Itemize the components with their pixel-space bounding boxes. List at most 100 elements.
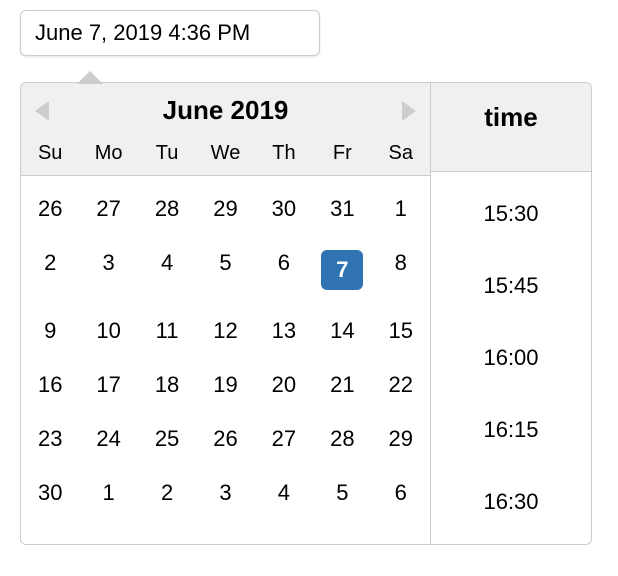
prev-month-icon[interactable]: [35, 101, 49, 121]
day-cell[interactable]: 27: [255, 412, 313, 466]
day-number: 14: [330, 318, 354, 343]
day-cell[interactable]: 22: [372, 358, 430, 412]
day-number: 4: [161, 250, 173, 275]
day-cell[interactable]: 28: [313, 412, 371, 466]
day-number: 31: [330, 196, 354, 221]
time-list[interactable]: 15:3015:4516:0016:1516:30: [431, 172, 591, 544]
day-number: 5: [219, 250, 231, 275]
day-number: 29: [213, 196, 237, 221]
day-number: 4: [278, 480, 290, 505]
day-number: 10: [96, 318, 120, 343]
day-cell[interactable]: 4: [255, 466, 313, 520]
day-number: 17: [96, 372, 120, 397]
day-number: 26: [213, 426, 237, 451]
day-cell[interactable]: 5: [196, 236, 254, 304]
time-option[interactable]: 16:30: [431, 466, 591, 538]
weekday-label: Th: [255, 142, 313, 165]
time-option[interactable]: 16:15: [431, 394, 591, 466]
day-number: 27: [272, 426, 296, 451]
datetime-input[interactable]: [20, 10, 320, 56]
day-cell[interactable]: 3: [196, 466, 254, 520]
calendar-panel: June 2019 SuMoTuWeThFrSa 262728293031123…: [21, 83, 431, 544]
day-number: 30: [38, 480, 62, 505]
time-option[interactable]: 15:45: [431, 250, 591, 322]
day-cell[interactable]: 25: [138, 412, 196, 466]
day-cell[interactable]: 11: [138, 304, 196, 358]
day-cell[interactable]: 17: [79, 358, 137, 412]
day-number: 3: [103, 250, 115, 275]
day-cell[interactable]: 12: [196, 304, 254, 358]
day-cell[interactable]: 1: [372, 182, 430, 236]
day-cell[interactable]: 31: [313, 182, 371, 236]
day-cell[interactable]: 27: [79, 182, 137, 236]
day-number: 21: [330, 372, 354, 397]
day-number: 23: [38, 426, 62, 451]
day-number: 2: [161, 480, 173, 505]
day-cell[interactable]: 4: [138, 236, 196, 304]
day-cell[interactable]: 6: [255, 236, 313, 304]
day-number: 28: [330, 426, 354, 451]
time-panel: time 15:3015:4516:0016:1516:30: [431, 83, 591, 544]
datetime-picker: June 2019 SuMoTuWeThFrSa 262728293031123…: [20, 82, 592, 545]
day-cell[interactable]: 1: [79, 466, 137, 520]
day-number: 12: [213, 318, 237, 343]
weekday-row: SuMoTuWeThFrSa: [21, 138, 430, 176]
time-option[interactable]: 15:30: [431, 178, 591, 250]
day-cell[interactable]: 30: [21, 466, 79, 520]
time-option[interactable]: 16:00: [431, 322, 591, 394]
weekday-label: Su: [21, 142, 79, 165]
popover-arrow-icon: [78, 72, 102, 84]
day-number: 27: [96, 196, 120, 221]
day-cell[interactable]: 23: [21, 412, 79, 466]
day-number: 29: [389, 426, 413, 451]
day-cell[interactable]: 21: [313, 358, 371, 412]
day-cell[interactable]: 9: [21, 304, 79, 358]
day-number: 8: [395, 250, 407, 275]
day-cell[interactable]: 5: [313, 466, 371, 520]
day-cell[interactable]: 28: [138, 182, 196, 236]
month-title: June 2019: [163, 95, 289, 126]
day-number: 25: [155, 426, 179, 451]
day-cell[interactable]: 8: [372, 236, 430, 304]
weekday-label: Tu: [138, 142, 196, 165]
day-number: 19: [213, 372, 237, 397]
day-cell[interactable]: 14: [313, 304, 371, 358]
day-cell[interactable]: 29: [372, 412, 430, 466]
day-cell[interactable]: 2: [21, 236, 79, 304]
day-cell[interactable]: 16: [21, 358, 79, 412]
day-cell[interactable]: 2: [138, 466, 196, 520]
day-number: 6: [278, 250, 290, 275]
day-number: 15: [389, 318, 413, 343]
day-number: 1: [103, 480, 115, 505]
next-month-icon[interactable]: [402, 101, 416, 121]
day-number: 6: [395, 480, 407, 505]
day-number: 30: [272, 196, 296, 221]
day-cell[interactable]: 26: [21, 182, 79, 236]
day-number: 22: [389, 372, 413, 397]
day-cell[interactable]: 29: [196, 182, 254, 236]
calendar-header: June 2019: [21, 83, 430, 138]
weekday-label: Sa: [372, 142, 430, 165]
day-cell[interactable]: 7: [313, 236, 371, 304]
day-number: 5: [336, 480, 348, 505]
day-cell[interactable]: 13: [255, 304, 313, 358]
day-cell[interactable]: 6: [372, 466, 430, 520]
weekday-label: We: [196, 142, 254, 165]
day-cell[interactable]: 10: [79, 304, 137, 358]
day-number: 16: [38, 372, 62, 397]
day-cell[interactable]: 24: [79, 412, 137, 466]
day-cell[interactable]: 15: [372, 304, 430, 358]
day-number: 26: [38, 196, 62, 221]
day-number: 18: [155, 372, 179, 397]
day-cell[interactable]: 30: [255, 182, 313, 236]
day-cell[interactable]: 20: [255, 358, 313, 412]
day-number: 28: [155, 196, 179, 221]
day-number: 3: [219, 480, 231, 505]
weekday-label: Mo: [79, 142, 137, 165]
day-cell[interactable]: 3: [79, 236, 137, 304]
day-number: 11: [156, 318, 179, 343]
day-cell[interactable]: 19: [196, 358, 254, 412]
day-number: 13: [272, 318, 296, 343]
day-cell[interactable]: 18: [138, 358, 196, 412]
day-cell[interactable]: 26: [196, 412, 254, 466]
